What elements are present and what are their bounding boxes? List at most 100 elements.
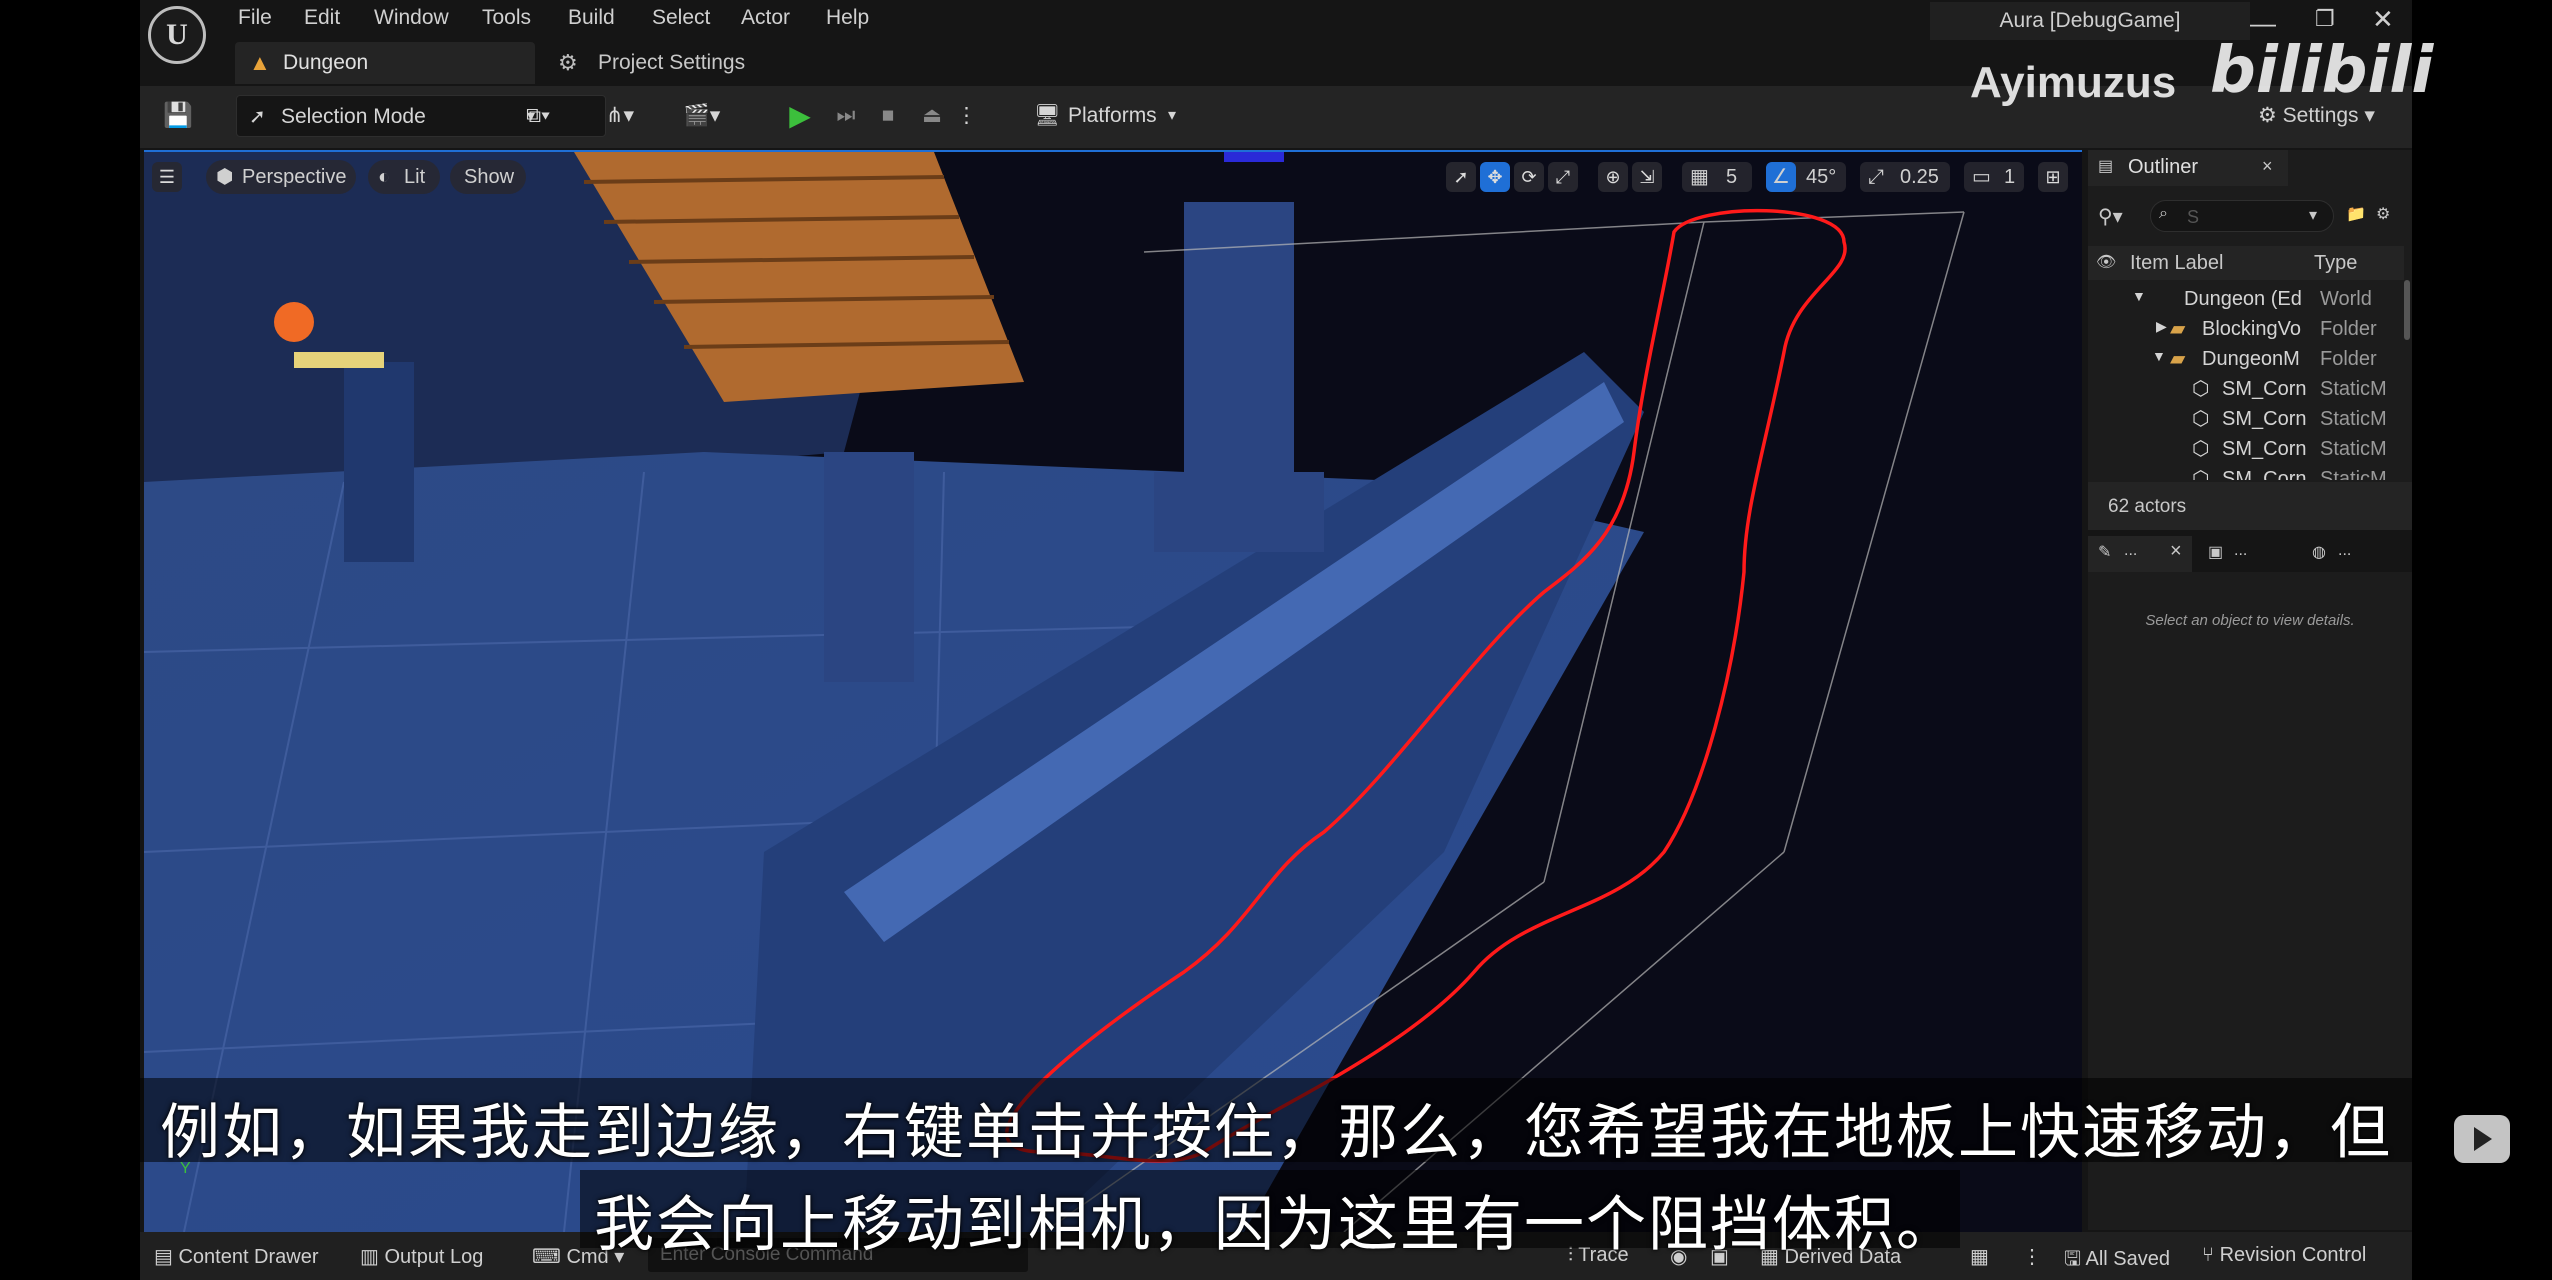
row-name: SM_Corn xyxy=(2222,468,2307,480)
outliner-scrollbar[interactable] xyxy=(2404,280,2410,340)
menu-edit[interactable]: Edit xyxy=(304,6,340,30)
viewport-scene xyxy=(144,152,2082,1232)
outliner-icon: ▤ xyxy=(2098,158,2114,175)
menu-select[interactable]: Select xyxy=(652,6,710,30)
platforms-icon: 🖥 xyxy=(1034,104,1061,127)
menu-tools[interactable]: Tools xyxy=(482,6,531,30)
close-icon[interactable]: × xyxy=(2170,540,2182,563)
translate-tool-icon[interactable]: ✥ xyxy=(1480,162,1510,192)
sphere-icon: ◍ xyxy=(2312,544,2326,561)
platforms-dropdown[interactable]: 🖥 Platforms ▾ xyxy=(1034,95,1194,137)
menu-bar: U File Edit Window Tools Build Select Ac… xyxy=(140,0,2412,64)
cube-icon: ⬢ xyxy=(216,166,234,188)
rotate-tool-icon[interactable]: ⟳ xyxy=(1514,162,1544,192)
scale-snap-toggle[interactable]: ⤢ 0.25 xyxy=(1860,162,1950,192)
chevron-down-icon: ▾ xyxy=(1168,107,1177,124)
close-icon[interactable]: × xyxy=(2262,156,2273,177)
surface-snap-icon[interactable]: ⇲ xyxy=(1632,162,1662,192)
more-options-icon[interactable]: ⋮ xyxy=(956,95,977,137)
rotation-snap-toggle[interactable]: ∠ 45° xyxy=(1766,162,1846,192)
chevron-down-icon: ▼ xyxy=(2132,288,2146,304)
select-tool-icon[interactable]: ➚ xyxy=(1446,162,1476,192)
viewport-menu-icon[interactable]: ☰ xyxy=(152,162,182,192)
row-type: World xyxy=(2320,288,2372,310)
perspective-label: Perspective xyxy=(242,166,347,188)
static-mesh-icon: ⬡ xyxy=(2192,378,2210,400)
scale-snap-value: 0.25 xyxy=(1900,166,1939,188)
restore-icon[interactable]: ❐ xyxy=(2315,6,2335,32)
environment-label: ... xyxy=(2338,542,2352,559)
column-item-label[interactable]: Item Label xyxy=(2130,252,2223,275)
world-settings-icon: ▣ xyxy=(2208,544,2224,561)
eject-icon[interactable]: ⏏ xyxy=(914,95,950,137)
perspective-button[interactable]: ⬢ Perspective xyxy=(206,160,356,194)
add-folder-icon[interactable]: 📁 xyxy=(2346,204,2366,224)
chevron-down-icon: ▾ xyxy=(2309,207,2318,224)
gear-icon[interactable]: ⚙ xyxy=(2376,204,2390,224)
row-name: SM_Corn xyxy=(2222,378,2307,400)
row-name: SM_Corn xyxy=(2222,408,2307,430)
grid-snap-toggle[interactable]: ▦ 5 xyxy=(1682,162,1752,192)
tab-dungeon[interactable]: ▲ Dungeon xyxy=(235,42,535,84)
chevron-down-icon: ▼ xyxy=(2152,348,2166,364)
menu-window[interactable]: Window xyxy=(374,6,449,30)
blueprint-button[interactable]: ⋔▾ xyxy=(592,95,648,137)
list-item[interactable]: ▼ ▰ DungeonM Folder xyxy=(2088,344,2404,374)
level-viewport[interactable]: ☰ ⬢ Perspective ◐ Lit Show ➚ ✥ ⟳ ⤢ ⊕ ⇲ ▦… xyxy=(144,150,2082,1232)
row-type: StaticM xyxy=(2320,468,2387,480)
outliner-search-input[interactable]: ⌕ S ▾ xyxy=(2150,200,2334,232)
chevron-right-icon: ▶ xyxy=(2156,318,2167,334)
filter-icon[interactable]: ⚲▾ xyxy=(2098,204,2123,229)
step-icon[interactable]: ⏭ xyxy=(828,95,864,137)
list-item[interactable]: ⬡ SM_Corn StaticM xyxy=(2088,374,2404,404)
lit-label: Lit xyxy=(404,166,426,188)
menu-file[interactable]: File xyxy=(238,6,272,30)
save-icon[interactable]: 💾 xyxy=(158,95,198,137)
row-type: StaticM xyxy=(2320,438,2387,460)
menu-actor[interactable]: Actor xyxy=(741,6,790,30)
menu-build[interactable]: Build xyxy=(568,6,615,30)
close-icon[interactable]: ✕ xyxy=(2372,4,2394,35)
list-item[interactable]: ⬡ SM_Corn StaticM xyxy=(2088,464,2404,480)
outliner-tab[interactable]: ▤ Outliner × xyxy=(2088,150,2288,186)
show-button[interactable]: Show xyxy=(450,160,526,194)
outliner-title: Outliner xyxy=(2128,156,2199,178)
list-item[interactable]: ▼ Dungeon (Ed World xyxy=(2088,284,2404,314)
environment-tab[interactable]: ◍ ... xyxy=(2302,536,2402,572)
tab-project-settings[interactable]: Project Settings xyxy=(598,51,745,75)
world-settings-tab[interactable]: ▣ ... xyxy=(2198,536,2298,572)
row-name: Dungeon (Ed xyxy=(2184,288,2302,310)
static-mesh-icon: ⬡ xyxy=(2192,468,2210,480)
list-item[interactable]: ▶ ▰ BlockingVo Folder xyxy=(2088,314,2404,344)
add-actor-button[interactable]: ⧉▾ xyxy=(510,95,566,137)
search-icon: ⌕ xyxy=(2159,205,2168,222)
play-icon[interactable]: ▶ xyxy=(780,95,820,137)
row-name: SM_Corn xyxy=(2222,438,2307,460)
subtitle-line-2: 我会向上移动到相机，因为这里有一个阻挡体积。 xyxy=(594,1190,1958,1260)
settings-cube-icon: ⚙ xyxy=(558,50,578,75)
stop-icon[interactable]: ■ xyxy=(870,95,906,137)
visibility-eye-icon[interactable]: 👁 xyxy=(2096,252,2116,272)
camera-speed-button[interactable]: ▭ 1 xyxy=(1964,162,2024,192)
cinematics-button[interactable]: 🎬▾ xyxy=(674,95,730,137)
tv-icon[interactable] xyxy=(2454,1115,2510,1163)
menu-help[interactable]: Help xyxy=(826,6,869,30)
list-item[interactable]: ⬡ SM_Corn StaticM xyxy=(2088,434,2404,464)
details-tab-label: ... xyxy=(2124,542,2138,559)
camera-icon: ▭ xyxy=(1972,166,1991,188)
scale-tool-icon[interactable]: ⤢ xyxy=(1548,162,1578,192)
cursor-icon: ➚ xyxy=(249,106,266,128)
row-type: StaticM xyxy=(2320,408,2387,430)
channel-watermark: Ayimuzus xyxy=(1970,58,2177,107)
lit-button[interactable]: ◐ Lit xyxy=(368,160,440,194)
world-settings-label: ... xyxy=(2234,542,2248,559)
world-space-icon[interactable]: ⊕ xyxy=(1598,162,1628,192)
show-label: Show xyxy=(464,166,515,188)
details-tab[interactable]: ✎ ... × xyxy=(2088,536,2192,572)
layout-icon[interactable]: ⊞ xyxy=(2038,162,2068,192)
outliner-header: 👁 Item Label Type xyxy=(2088,246,2404,280)
list-item[interactable]: ⬡ SM_Corn StaticM xyxy=(2088,404,2404,434)
tab-dungeon-label: Dungeon xyxy=(283,51,369,74)
column-type[interactable]: Type xyxy=(2314,252,2357,275)
static-mesh-icon: ⬡ xyxy=(2192,408,2210,430)
